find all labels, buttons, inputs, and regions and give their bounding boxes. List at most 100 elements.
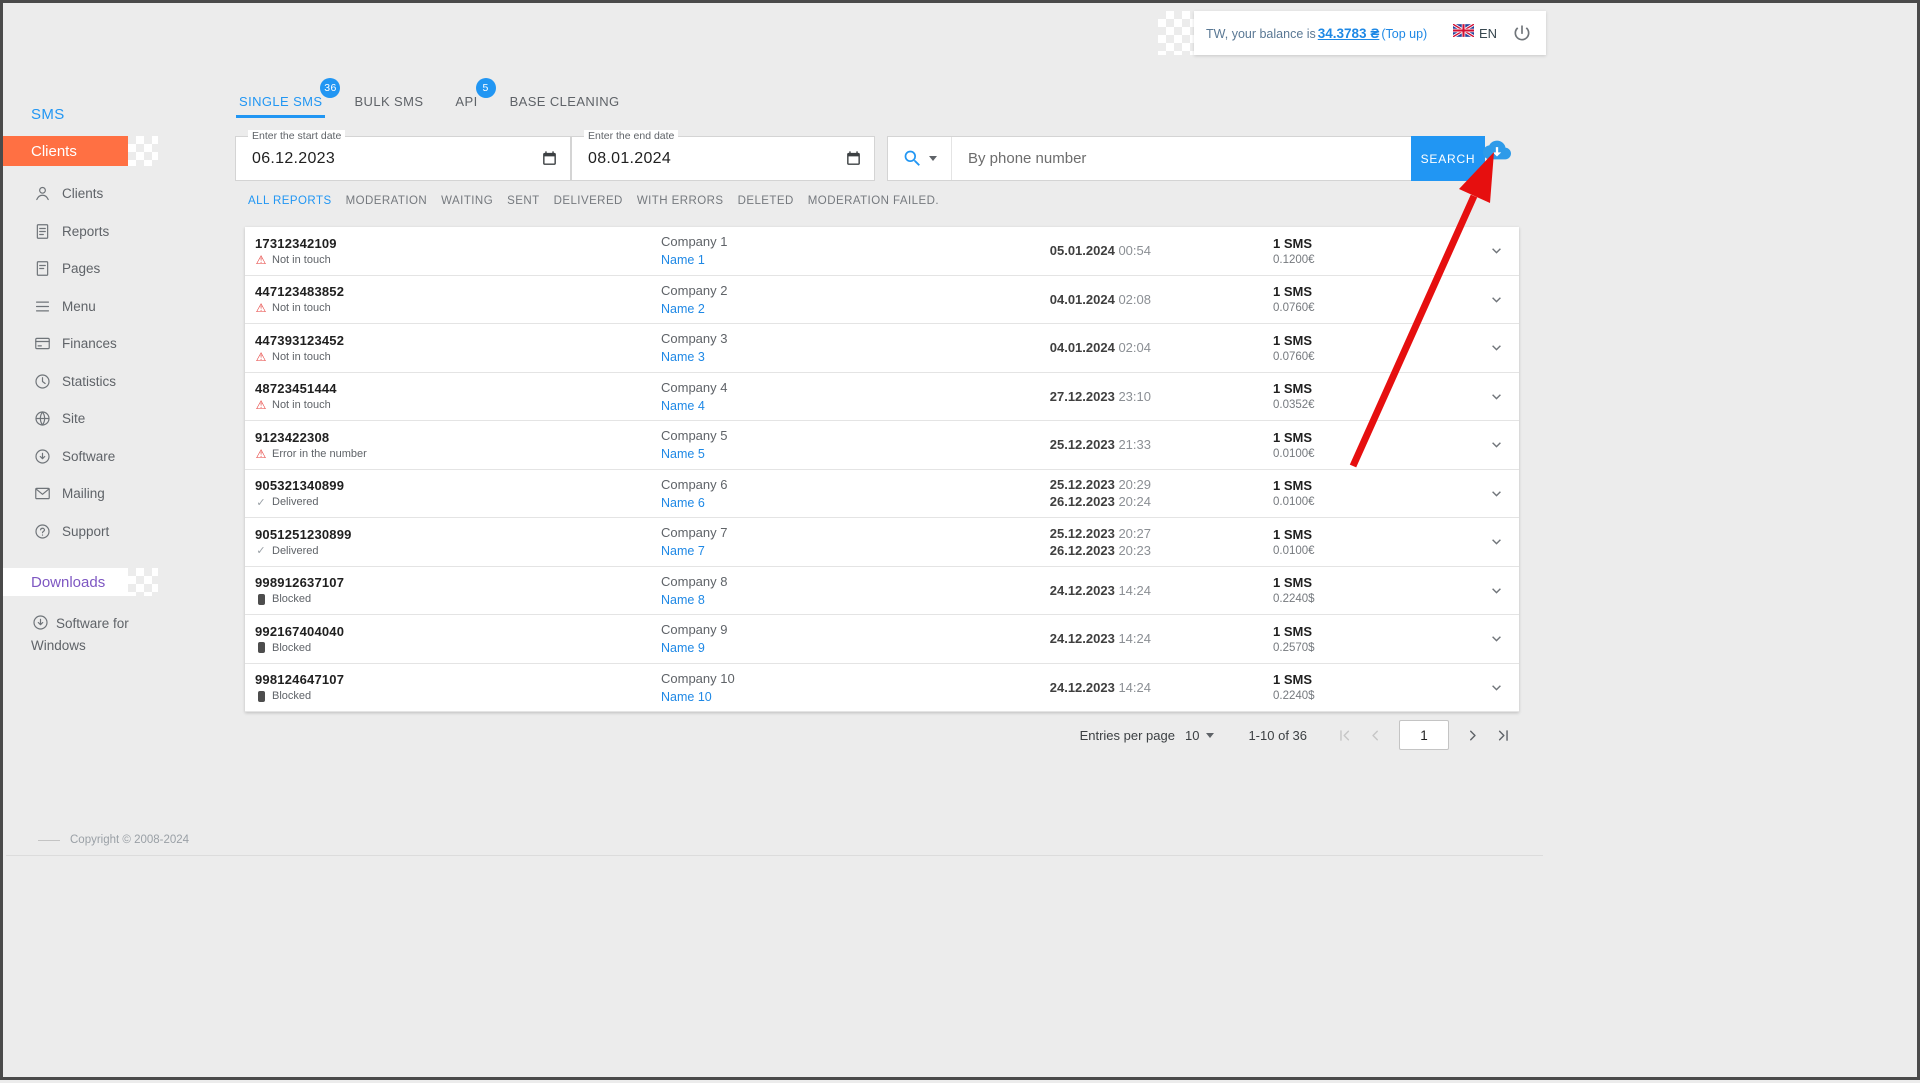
expand-chevron-icon[interactable] [1488, 339, 1505, 356]
sidebar-item-pages[interactable]: Pages [3, 250, 233, 288]
sidebar-item-label: Site [62, 411, 86, 427]
prev-page-button[interactable] [1364, 724, 1387, 747]
report-tab-waiting[interactable]: WAITING [441, 195, 493, 207]
tab-base-cleaning[interactable]: BASE CLEANING [507, 87, 623, 118]
uk-flag-icon [1452, 22, 1475, 42]
report-tab-delivered[interactable]: DELIVERED [554, 195, 623, 207]
sidebar-item-site[interactable]: Site [3, 400, 233, 438]
page-number-input[interactable] [1399, 720, 1449, 750]
company-name: Company 9 [661, 622, 728, 638]
table-row[interactable]: 17312342109 Not in touch Company 1 Name … [245, 227, 1519, 276]
sidebar-item-clients[interactable]: Clients [3, 175, 233, 213]
report-tab-sent[interactable]: SENT [507, 195, 539, 207]
status-icon [255, 302, 267, 314]
client-name-link[interactable]: Name 4 [661, 399, 705, 413]
client-name-link[interactable]: Name 9 [661, 641, 705, 655]
report-tab-moderation[interactable]: MODERATION [346, 195, 428, 207]
table-row[interactable]: 998912637107 Blocked Company 8 Name 8 24… [245, 566, 1519, 615]
search-button[interactable]: SEARCH [1411, 136, 1485, 181]
start-date-field[interactable]: Enter the start date 06.12.2023 [235, 130, 571, 181]
reports-icon [33, 222, 52, 241]
search-type-dropdown[interactable] [888, 137, 952, 180]
logout-button[interactable] [1512, 23, 1532, 43]
sidebar-item-support[interactable]: Support [3, 513, 233, 551]
sidebar-section-downloads[interactable]: Downloads [3, 568, 128, 596]
table-row[interactable]: 48723451444 Not in touch Company 4 Name … [245, 372, 1519, 421]
language-selector[interactable]: EN [1452, 22, 1497, 42]
sidebar-item-label: Statistics [62, 373, 117, 389]
table-row[interactable]: 9051251230899 Delivered Company 7 Name 7… [245, 518, 1519, 567]
expand-chevron-icon[interactable] [1488, 388, 1505, 405]
sidebar-item-finances[interactable]: Finances [3, 325, 233, 363]
status-text: Error in the number [272, 447, 367, 460]
sidebar-item-software-for-windows[interactable]: Software for Windows [31, 613, 156, 657]
message-dates: 25.12.2023 20:29 26.12.2023 20:24 [961, 476, 1151, 510]
sidebar-section-sms[interactable]: SMS [31, 106, 65, 123]
sms-count: 1 SMS [1273, 284, 1313, 300]
expand-chevron-icon[interactable] [1488, 291, 1505, 308]
tab-bulk-sms[interactable]: BULK SMS [351, 87, 426, 118]
table-row[interactable]: 447393123452 Not in touch Company 3 Name… [245, 324, 1519, 373]
phone-number: 998912637107 [255, 575, 345, 591]
calendar-icon[interactable] [541, 150, 558, 167]
last-page-button[interactable] [1492, 724, 1515, 747]
sidebar-item-reports[interactable]: Reports [3, 213, 233, 251]
table-row[interactable]: 447123483852 Not in touch Company 2 Name… [245, 275, 1519, 324]
sidebar-section-clients[interactable]: Clients [3, 136, 128, 166]
status-text: Blocked [272, 641, 312, 654]
client-name-link[interactable]: Name 8 [661, 593, 705, 607]
expand-chevron-icon[interactable] [1488, 630, 1505, 647]
report-tab-with-errors[interactable]: WITH ERRORS [637, 195, 724, 207]
status-icon [255, 399, 267, 411]
expand-chevron-icon[interactable] [1488, 436, 1505, 453]
menu-icon [33, 297, 52, 316]
client-name-link[interactable]: Name 7 [661, 544, 705, 558]
end-date-field[interactable]: Enter the end date 08.01.2024 [571, 130, 875, 181]
client-name-link[interactable]: Name 2 [661, 302, 705, 316]
status-text: Delivered [272, 544, 319, 557]
sms-price: 0.0100€ [1273, 447, 1315, 460]
expand-chevron-icon[interactable] [1488, 582, 1505, 599]
table-row[interactable]: 992167404040 Blocked Company 9 Name 9 24… [245, 615, 1519, 664]
report-tab-deleted[interactable]: DELETED [738, 195, 794, 207]
table-row[interactable]: 905321340899 Delivered Company 6 Name 6 … [245, 469, 1519, 518]
top-up-link[interactable]: (Top up) [1381, 27, 1427, 41]
expand-chevron-icon[interactable] [1488, 679, 1505, 696]
sms-count: 1 SMS [1273, 526, 1313, 542]
status: Delivered [255, 545, 661, 557]
tab-single-sms[interactable]: SINGLE SMS 36 [236, 78, 341, 118]
table-row[interactable]: 998124647107 Blocked Company 10 Name 10 … [245, 663, 1519, 712]
company-name: Company 1 [661, 234, 728, 250]
client-name-link[interactable]: Name 10 [661, 690, 712, 704]
sidebar-item-software[interactable]: Software [3, 438, 233, 476]
sidebar-item-statistics[interactable]: Statistics [3, 363, 233, 401]
expand-chevron-icon[interactable] [1488, 242, 1505, 259]
entries-per-page-select[interactable]: 10 [1185, 728, 1215, 743]
support-icon [33, 522, 52, 541]
report-tab-moderation-failed[interactable]: MODERATION FAILED. [808, 195, 939, 207]
phone-number: 447123483852 [255, 284, 345, 300]
next-page-button[interactable] [1461, 724, 1484, 747]
sidebar-nav: Clients Reports Pages Menu Finances Statistic… [3, 175, 233, 550]
export-cloud-download-icon[interactable] [1483, 136, 1511, 164]
client-name-link[interactable]: Name 1 [661, 253, 705, 267]
company-name: Company 8 [661, 573, 728, 589]
search-input[interactable] [952, 137, 1411, 180]
table-row[interactable]: 9123422308 Error in the number Company 5… [245, 421, 1519, 470]
expand-chevron-icon[interactable] [1488, 485, 1505, 502]
sidebar-item-menu[interactable]: Menu [3, 288, 233, 326]
pagination-range: 1-10 of 36 [1248, 727, 1307, 743]
client-name-link[interactable]: Name 5 [661, 447, 705, 461]
balance-amount-link[interactable]: 34.3783 ₴ [1318, 26, 1380, 41]
expand-chevron-icon[interactable] [1488, 533, 1505, 550]
checker-decoration [128, 568, 158, 596]
status-icon [255, 690, 267, 702]
first-page-button[interactable] [1333, 724, 1356, 747]
sidebar-item-label: Finances [62, 336, 117, 352]
tab-api[interactable]: API 5 [452, 78, 496, 118]
report-tab-all-reports[interactable]: ALL REPORTS [248, 195, 332, 207]
client-name-link[interactable]: Name 3 [661, 350, 705, 364]
client-name-link[interactable]: Name 6 [661, 496, 705, 510]
sidebar-item-mailing[interactable]: Mailing [3, 475, 233, 513]
calendar-icon[interactable] [845, 150, 862, 167]
